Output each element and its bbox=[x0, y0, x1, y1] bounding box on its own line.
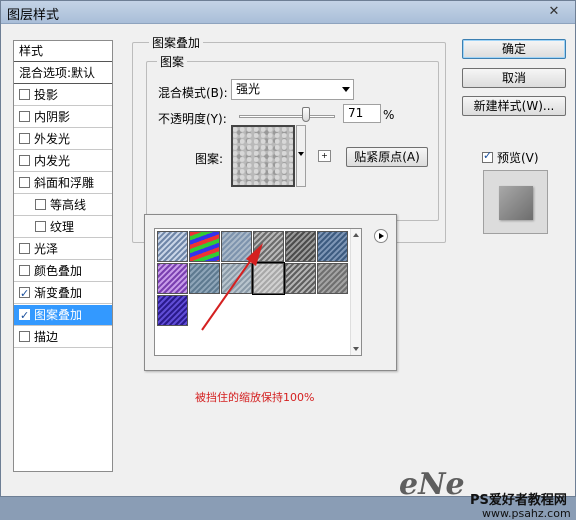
close-icon[interactable]: ✕ bbox=[541, 3, 567, 21]
dialog-client: 样式 混合选项:默认 投影内阴影外发光内发光斜面和浮雕等高线纹理光泽颜色叠加渐变… bbox=[5, 28, 571, 520]
annotation-arrow bbox=[201, 243, 263, 331]
title-bar: 图层样式 ✕ bbox=[1, 1, 575, 24]
arrow-line bbox=[201, 259, 252, 331]
watermark-url: www.psahz.com bbox=[482, 507, 571, 520]
watermark-text: PS爱好者教程网 bbox=[470, 493, 567, 508]
window-title: 图层样式 bbox=[7, 8, 60, 23]
layer-style-dialog: 图层样式 ✕ 样式 混合选项:默认 投影 内阴影 外发光 内发光 斜面和浮雕 等高线 纹理光… bbox=[0, 0, 576, 520]
